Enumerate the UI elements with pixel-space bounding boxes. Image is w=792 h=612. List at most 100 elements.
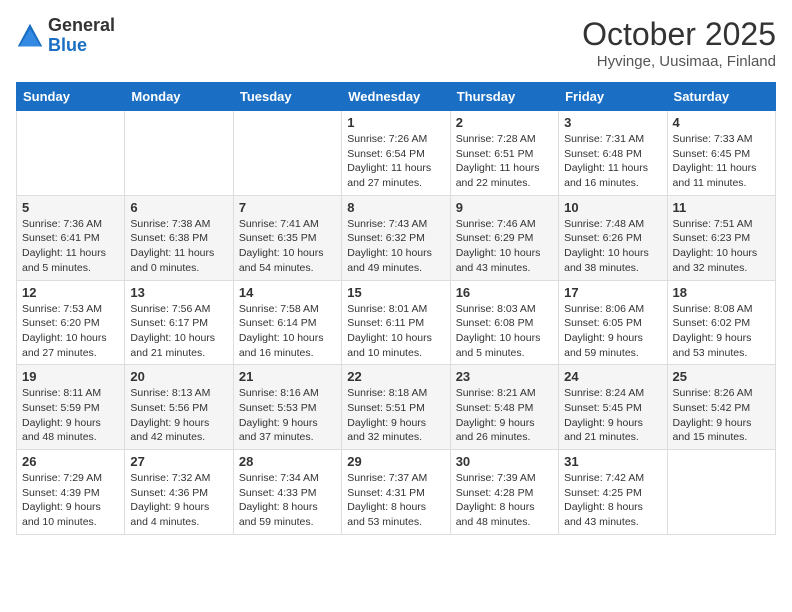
- day-info: Sunrise: 8:11 AM Sunset: 5:59 PM Dayligh…: [22, 386, 119, 445]
- logo-general-text: General: [48, 16, 115, 36]
- day-number: 6: [130, 200, 227, 215]
- col-header-friday: Friday: [559, 83, 667, 111]
- day-info: Sunrise: 7:36 AM Sunset: 6:41 PM Dayligh…: [22, 217, 119, 276]
- calendar-cell: 21Sunrise: 8:16 AM Sunset: 5:53 PM Dayli…: [233, 365, 341, 450]
- day-number: 5: [22, 200, 119, 215]
- day-number: 19: [22, 369, 119, 384]
- calendar-cell: [17, 111, 125, 196]
- logo-icon: [16, 22, 44, 50]
- day-info: Sunrise: 7:32 AM Sunset: 4:36 PM Dayligh…: [130, 471, 227, 530]
- col-header-tuesday: Tuesday: [233, 83, 341, 111]
- calendar-cell: [667, 450, 775, 535]
- day-info: Sunrise: 8:03 AM Sunset: 6:08 PM Dayligh…: [456, 302, 553, 361]
- calendar-cell: 3 Sunrise: 7:31 AM Sunset: 6:48 PM Daylig…: [559, 111, 667, 196]
- day-info: Sunrise: 8:08 AM Sunset: 6:02 PM Dayligh…: [673, 302, 770, 361]
- calendar-cell: 25 Sunrise: 8:26 AM Sunset: 5:42 PM Dayli…: [667, 365, 775, 450]
- calendar-cell: 14 Sunrise: 7:58 AM Sunset: 6:14 PM Dayli…: [233, 280, 341, 365]
- calendar-cell: 19 Sunrise: 8:11 AM Sunset: 5:59 PM Dayli…: [17, 365, 125, 450]
- calendar-cell: 13Sunrise: 7:56 AM Sunset: 6:17 PM Dayli…: [125, 280, 233, 365]
- col-header-thursday: Thursday: [450, 83, 558, 111]
- day-number: 26: [22, 454, 119, 469]
- calendar-cell: 17 Sunrise: 8:06 AM Sunset: 6:05 PM Dayli…: [559, 280, 667, 365]
- day-info: Sunrise: 7:43 AM Sunset: 6:32 PM Dayligh…: [347, 217, 444, 276]
- calendar-cell: 12Sunrise: 7:53 AM Sunset: 6:20 PM Dayli…: [17, 280, 125, 365]
- day-info: Sunrise: 7:29 AM Sunset: 4:39 PM Dayligh…: [22, 471, 119, 530]
- day-number: 29: [347, 454, 444, 469]
- calendar-cell: 10Sunrise: 7:48 AM Sunset: 6:26 PM Dayli…: [559, 195, 667, 280]
- calendar-cell: 8 Sunrise: 7:43 AM Sunset: 6:32 PM Daylig…: [342, 195, 450, 280]
- day-info: Sunrise: 7:34 AM Sunset: 4:33 PM Dayligh…: [239, 471, 336, 530]
- day-number: 13: [130, 285, 227, 300]
- day-number: 22: [347, 369, 444, 384]
- day-number: 17: [564, 285, 661, 300]
- calendar-cell: 26 Sunrise: 7:29 AM Sunset: 4:39 PM Dayli…: [17, 450, 125, 535]
- calendar-cell: 30 Sunrise: 7:39 AM Sunset: 4:28 PM Dayli…: [450, 450, 558, 535]
- day-number: 4: [673, 115, 770, 130]
- day-info: Sunrise: 8:24 AM Sunset: 5:45 PM Dayligh…: [564, 386, 661, 445]
- day-info: Sunrise: 8:01 AM Sunset: 6:11 PM Dayligh…: [347, 302, 444, 361]
- calendar-cell: 4 Sunrise: 7:33 AM Sunset: 6:45 PM Daylig…: [667, 111, 775, 196]
- day-info: Sunrise: 7:31 AM Sunset: 6:48 PM Dayligh…: [564, 132, 661, 191]
- logo: General Blue: [16, 16, 115, 56]
- day-number: 28: [239, 454, 336, 469]
- day-info: Sunrise: 7:33 AM Sunset: 6:45 PM Dayligh…: [673, 132, 770, 191]
- day-number: 2: [456, 115, 553, 130]
- day-info: Sunrise: 7:58 AM Sunset: 6:14 PM Dayligh…: [239, 302, 336, 361]
- calendar-week-row: 5 Sunrise: 7:36 AM Sunset: 6:41 PM Daylig…: [17, 195, 776, 280]
- calendar-title: October 2025: [582, 16, 776, 53]
- day-info: Sunrise: 7:51 AM Sunset: 6:23 PM Dayligh…: [673, 217, 770, 276]
- calendar-subtitle: Hyvinge, Uusimaa, Finland: [582, 53, 776, 70]
- calendar-cell: 27 Sunrise: 7:32 AM Sunset: 4:36 PM Dayli…: [125, 450, 233, 535]
- day-number: 25: [673, 369, 770, 384]
- day-info: Sunrise: 7:48 AM Sunset: 6:26 PM Dayligh…: [564, 217, 661, 276]
- col-header-saturday: Saturday: [667, 83, 775, 111]
- day-number: 14: [239, 285, 336, 300]
- calendar-week-row: 1 Sunrise: 7:26 AM Sunset: 6:54 PM Daylig…: [17, 111, 776, 196]
- calendar-header-row: SundayMondayTuesdayWednesdayThursdayFrid…: [17, 83, 776, 111]
- day-number: 20: [130, 369, 227, 384]
- day-info: Sunrise: 8:21 AM Sunset: 5:48 PM Dayligh…: [456, 386, 553, 445]
- day-info: Sunrise: 7:39 AM Sunset: 4:28 PM Dayligh…: [456, 471, 553, 530]
- day-number: 27: [130, 454, 227, 469]
- calendar-cell: 22 Sunrise: 8:18 AM Sunset: 5:51 PM Dayli…: [342, 365, 450, 450]
- calendar-table: SundayMondayTuesdayWednesdayThursdayFrid…: [16, 82, 776, 535]
- day-number: 15: [347, 285, 444, 300]
- calendar-cell: 20 Sunrise: 8:13 AM Sunset: 5:56 PM Dayli…: [125, 365, 233, 450]
- day-info: Sunrise: 8:16 AM Sunset: 5:53 PM Dayligh…: [239, 386, 336, 445]
- day-number: 7: [239, 200, 336, 215]
- calendar-cell: 11Sunrise: 7:51 AM Sunset: 6:23 PM Dayli…: [667, 195, 775, 280]
- calendar-week-row: 26 Sunrise: 7:29 AM Sunset: 4:39 PM Dayli…: [17, 450, 776, 535]
- day-info: Sunrise: 7:26 AM Sunset: 6:54 PM Dayligh…: [347, 132, 444, 191]
- day-number: 23: [456, 369, 553, 384]
- col-header-monday: Monday: [125, 83, 233, 111]
- calendar-cell: 18 Sunrise: 8:08 AM Sunset: 6:02 PM Dayli…: [667, 280, 775, 365]
- calendar-cell: 5 Sunrise: 7:36 AM Sunset: 6:41 PM Daylig…: [17, 195, 125, 280]
- day-info: Sunrise: 7:41 AM Sunset: 6:35 PM Dayligh…: [239, 217, 336, 276]
- calendar-cell: 6 Sunrise: 7:38 AM Sunset: 6:38 PM Daylig…: [125, 195, 233, 280]
- calendar-cell: 16 Sunrise: 8:03 AM Sunset: 6:08 PM Dayli…: [450, 280, 558, 365]
- day-info: Sunrise: 8:13 AM Sunset: 5:56 PM Dayligh…: [130, 386, 227, 445]
- day-info: Sunrise: 8:06 AM Sunset: 6:05 PM Dayligh…: [564, 302, 661, 361]
- calendar-cell: [233, 111, 341, 196]
- day-number: 18: [673, 285, 770, 300]
- calendar-cell: [125, 111, 233, 196]
- calendar-cell: 23 Sunrise: 8:21 AM Sunset: 5:48 PM Dayli…: [450, 365, 558, 450]
- calendar-cell: 15 Sunrise: 8:01 AM Sunset: 6:11 PM Dayli…: [342, 280, 450, 365]
- day-info: Sunrise: 7:28 AM Sunset: 6:51 PM Dayligh…: [456, 132, 553, 191]
- day-number: 24: [564, 369, 661, 384]
- col-header-sunday: Sunday: [17, 83, 125, 111]
- calendar-week-row: 12Sunrise: 7:53 AM Sunset: 6:20 PM Dayli…: [17, 280, 776, 365]
- day-number: 16: [456, 285, 553, 300]
- day-info: Sunrise: 8:18 AM Sunset: 5:51 PM Dayligh…: [347, 386, 444, 445]
- day-number: 31: [564, 454, 661, 469]
- day-info: Sunrise: 7:38 AM Sunset: 6:38 PM Dayligh…: [130, 217, 227, 276]
- day-number: 12: [22, 285, 119, 300]
- day-number: 8: [347, 200, 444, 215]
- calendar-cell: 28 Sunrise: 7:34 AM Sunset: 4:33 PM Dayli…: [233, 450, 341, 535]
- day-info: Sunrise: 8:26 AM Sunset: 5:42 PM Dayligh…: [673, 386, 770, 445]
- day-number: 1: [347, 115, 444, 130]
- day-number: 30: [456, 454, 553, 469]
- calendar-cell: 31Sunrise: 7:42 AM Sunset: 4:25 PM Dayli…: [559, 450, 667, 535]
- calendar-week-row: 19 Sunrise: 8:11 AM Sunset: 5:59 PM Dayli…: [17, 365, 776, 450]
- day-number: 3: [564, 115, 661, 130]
